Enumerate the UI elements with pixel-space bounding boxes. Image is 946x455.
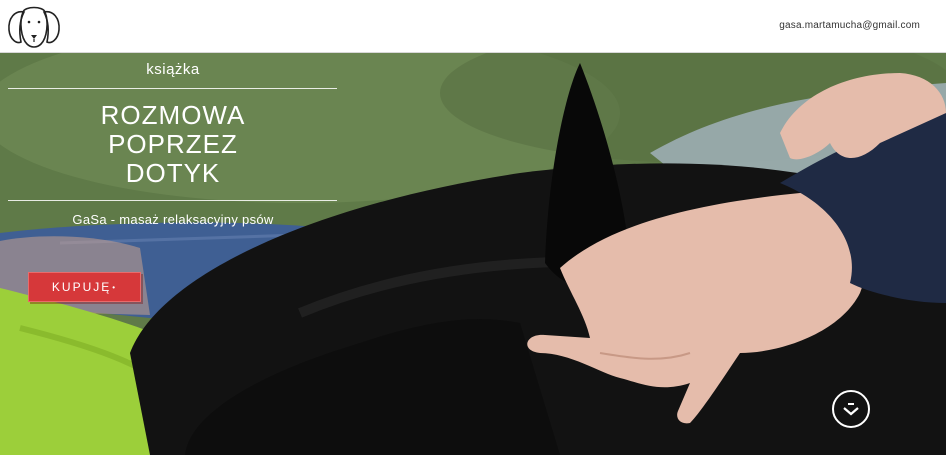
hero-title-line: ROZMOWA [100,100,246,130]
hero-section: książka ROZMOWA POPRZEZ DOTYK GaSa - mas… [0,53,946,455]
buy-button-label: KUPUJĘ [51,280,112,294]
site-header: gasa.martamucha@gmail.com [0,0,946,53]
divider-bottom [8,200,337,201]
chevron-down-icon [843,403,859,416]
buy-button[interactable]: KUPUJĘ • [28,272,141,302]
hero-subtitle: GaSa - masaż relaksacyjny psów [72,212,274,227]
hero-title: ROZMOWA POPRZEZ DOTYK [8,101,338,188]
divider-top [8,88,337,89]
dog-logo-icon[interactable] [5,2,63,50]
scroll-down-button[interactable] [832,390,870,428]
hero-title-line: POPRZEZ [108,129,238,159]
section-label: książka [146,61,200,78]
contact-email-link[interactable]: gasa.martamucha@gmail.com [779,20,920,31]
hero-title-line: DOTYK [125,158,221,188]
cart-indicator: • [112,282,118,292]
hero-text-overlay: książka ROZMOWA POPRZEZ DOTYK GaSa - mas… [0,53,345,455]
